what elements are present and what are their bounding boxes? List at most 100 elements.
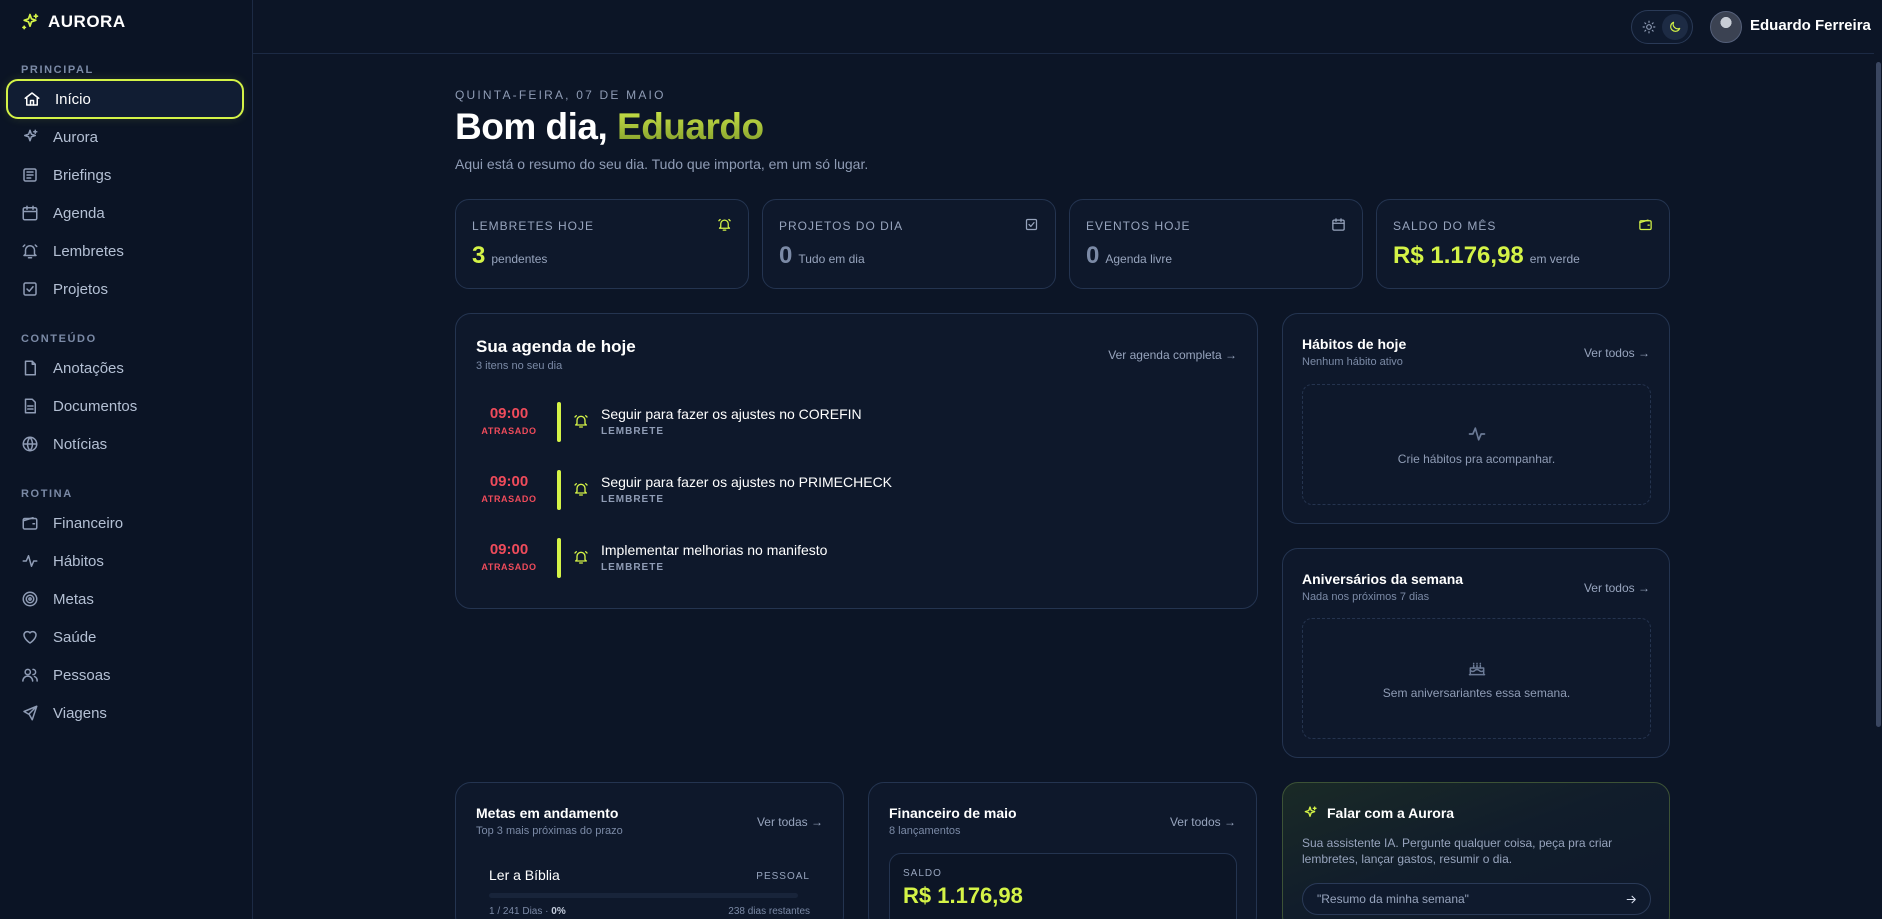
sidebar-item-habitos[interactable]: Hábitos — [6, 541, 244, 581]
stat-unit: pendentes — [491, 252, 548, 266]
cake-icon — [1467, 658, 1487, 678]
birthdays-panel: Aniversários da semana Nada nos próximos… — [1282, 548, 1670, 758]
stat-card-projetos[interactable]: PROJETOS DO DIA 0 Tudo em dia — [762, 199, 1056, 289]
goal-name: Ler a Bíblia — [489, 867, 560, 883]
view-all-birthdays-link[interactable]: Ver todos → — [1584, 581, 1650, 595]
sun-icon[interactable] — [1636, 14, 1662, 40]
sparkle-icon — [21, 128, 39, 146]
goal-progress-text: 1 / 241 Dias · 0% — [489, 906, 566, 917]
balance-box[interactable]: SALDO R$ 1.176,98 — [889, 853, 1237, 919]
agenda-subtitle: 3 itens no seu dia — [476, 360, 563, 372]
stat-unit: em verde — [1529, 252, 1580, 266]
home-icon — [23, 90, 41, 108]
agenda-item[interactable]: 09:00 ATRASADO Implementar melhorias no … — [456, 538, 1156, 582]
sidebar-item-noticias[interactable]: Notícias — [6, 424, 244, 464]
view-full-agenda-link[interactable]: Ver agenda completa → — [1108, 348, 1237, 362]
date-line: QUINTA-FEIRA, 07 DE MAIO — [455, 88, 666, 102]
globe-icon — [21, 435, 39, 453]
stat-card-lembretes[interactable]: LEMBRETES HOJE 3 pendentes — [455, 199, 749, 289]
target-icon — [21, 590, 39, 608]
agenda-panel: Sua agenda de hoje 3 itens no seu dia Ve… — [455, 313, 1258, 609]
sidebar: AURORA PRINCIPAL Início Aurora Briefings… — [0, 0, 253, 919]
sidebar-item-saude[interactable]: Saúde — [6, 617, 244, 657]
scrollbar-thumb[interactable] — [1876, 62, 1881, 727]
goals-panel: Metas em andamento Top 3 mais próximas d… — [455, 782, 844, 919]
arrow-right-icon[interactable] — [1625, 893, 1638, 906]
app-logo[interactable]: AURORA — [20, 12, 126, 32]
avatar[interactable] — [1710, 11, 1742, 43]
agenda-marker — [557, 538, 561, 578]
agenda-item-title: Seguir para fazer os ajustes no PRIMECHE… — [601, 474, 893, 490]
goal-progress-count: 1 / 241 Dias · — [489, 906, 552, 917]
stat-label: SALDO DO MÊS — [1393, 219, 1497, 233]
sidebar-item-viagens[interactable]: Viagens — [6, 693, 244, 733]
sidebar-item-metas[interactable]: Metas — [6, 579, 244, 619]
birthdays-empty-state: Sem aniversariantes essa semana. — [1302, 618, 1651, 739]
activity-icon — [21, 552, 39, 570]
scrollbar[interactable] — [1874, 0, 1882, 919]
stat-label: EVENTOS HOJE — [1086, 219, 1191, 233]
agenda-item-title: Seguir para fazer os ajustes no COREFIN — [601, 406, 862, 422]
agenda-time: 09:00 — [489, 405, 529, 422]
activity-icon — [1467, 424, 1487, 444]
view-all-goals-link[interactable]: Ver todas → — [757, 815, 823, 829]
agenda-item-type: LEMBRETE — [601, 494, 664, 505]
sidebar-item-label: Viagens — [53, 704, 107, 722]
view-all-finance-link[interactable]: Ver todos → — [1170, 815, 1236, 829]
agenda-status: ATRASADO — [481, 494, 537, 504]
sidebar-item-label: Início — [55, 90, 91, 108]
finance-subtitle: 8 lançamentos — [889, 825, 961, 837]
wallet-icon — [21, 514, 39, 532]
sidebar-item-label: Metas — [53, 590, 94, 608]
habits-empty-text: Crie hábitos pra acompanhar. — [1397, 451, 1556, 466]
goal-progress-bar — [489, 893, 798, 898]
sidebar-item-label: Hábitos — [53, 552, 104, 570]
habits-subtitle: Nenhum hábito ativo — [1302, 356, 1403, 368]
goals-title: Metas em andamento — [476, 805, 619, 821]
newspaper-icon — [21, 166, 39, 184]
assistant-title: Falar com a Aurora — [1327, 805, 1455, 821]
finance-panel: Financeiro de maio 8 lançamentos Ver tod… — [868, 782, 1257, 919]
sidebar-item-aurora[interactable]: Aurora — [6, 117, 244, 157]
agenda-item-type: LEMBRETE — [601, 562, 664, 573]
bell-icon — [573, 413, 589, 429]
theme-toggle[interactable] — [1631, 10, 1693, 44]
agenda-item-title: Implementar melhorias no manifesto — [601, 542, 828, 558]
agenda-marker — [557, 470, 561, 510]
goal-remaining: 238 dias restantes — [728, 906, 810, 917]
sidebar-item-lembretes[interactable]: Lembretes — [6, 231, 244, 271]
section-label-rotina: ROTINA — [21, 488, 73, 500]
assistant-panel: Falar com a Aurora Sua assistente IA. Pe… — [1282, 782, 1670, 919]
bell-icon — [21, 242, 39, 260]
sidebar-item-financeiro[interactable]: Financeiro — [6, 503, 244, 543]
stat-card-eventos[interactable]: EVENTOS HOJE 0 Agenda livre — [1069, 199, 1363, 289]
sidebar-item-inicio[interactable]: Início — [6, 79, 244, 119]
sidebar-item-projetos[interactable]: Projetos — [6, 269, 244, 309]
stat-label: PROJETOS DO DIA — [779, 219, 904, 233]
moon-icon[interactable] — [1662, 14, 1688, 40]
sidebar-item-anotacoes[interactable]: Anotações — [6, 348, 244, 388]
agenda-item[interactable]: 09:00 ATRASADO Seguir para fazer os ajus… — [456, 470, 1156, 514]
stat-card-saldo[interactable]: SALDO DO MÊS R$ 1.176,98 em verde — [1376, 199, 1670, 289]
sidebar-item-agenda[interactable]: Agenda — [6, 193, 244, 233]
sidebar-item-pessoas[interactable]: Pessoas — [6, 655, 244, 695]
wallet-icon — [1638, 217, 1653, 232]
birthdays-subtitle: Nada nos próximos 7 dias — [1302, 591, 1430, 603]
agenda-item-type: LEMBRETE — [601, 426, 664, 437]
sidebar-item-briefings[interactable]: Briefings — [6, 155, 244, 195]
user-name[interactable]: Eduardo Ferreira — [1750, 17, 1871, 34]
assistant-description: Sua assistente IA. Pergunte qualquer coi… — [1302, 836, 1613, 866]
sidebar-item-label: Saúde — [53, 628, 97, 646]
stat-value: R$ 1.176,98 — [1393, 242, 1524, 269]
agenda-item[interactable]: 09:00 ATRASADO Seguir para fazer os ajus… — [456, 402, 1156, 446]
calendar-icon — [21, 204, 39, 222]
checkbox-icon — [1024, 217, 1039, 232]
sparkle-icon — [1302, 805, 1318, 821]
view-all-habits-link[interactable]: Ver todos → — [1584, 346, 1650, 360]
assistant-input[interactable]: "Resumo da minha semana" — [1302, 883, 1651, 915]
page-subtitle: Aqui está o resumo do seu dia. Tudo que … — [455, 156, 869, 172]
plane-icon — [21, 704, 39, 722]
document-icon — [21, 397, 39, 415]
sidebar-item-documentos[interactable]: Documentos — [6, 386, 244, 426]
stat-value: 0 — [1086, 242, 1100, 269]
